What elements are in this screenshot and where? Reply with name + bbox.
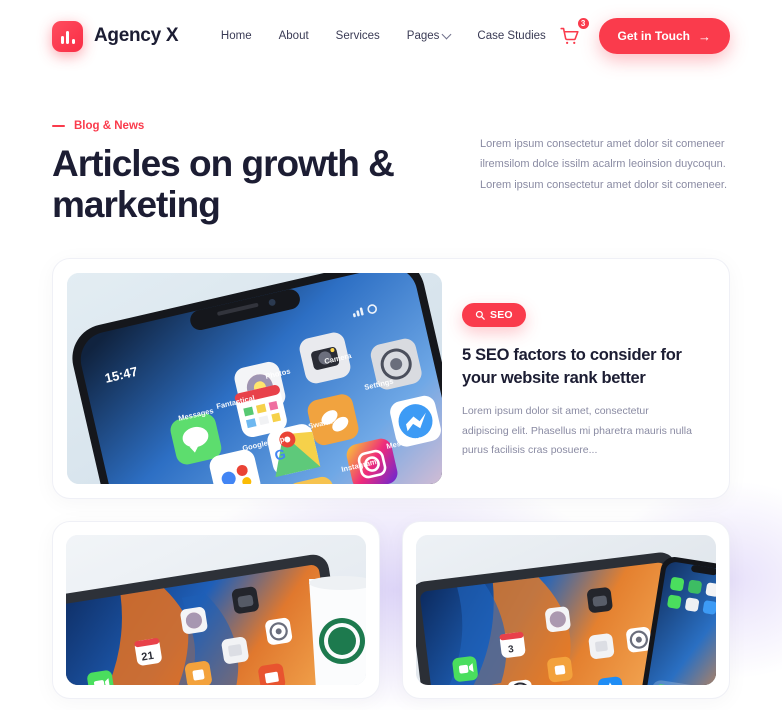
cart-button[interactable]: 3: [555, 17, 590, 51]
arrow-right-icon: →: [698, 28, 711, 44]
shopping-cart-icon: [560, 27, 579, 44]
featured-post-image: 15:47 G Photos Camera Settings Messages …: [67, 272, 442, 484]
blog-cards-area: 15:47 G Photos Camera Settings Messages …: [0, 226, 782, 699]
bar-chart-icon: [52, 20, 83, 52]
brand-name: Agency X: [94, 25, 179, 46]
chevron-down-icon: [441, 29, 452, 39]
post-tag-label: SEO: [490, 308, 513, 321]
nav-item-label: Home: [220, 30, 252, 42]
intro-right: Lorem ipsum consectetur amet dolor sit c…: [480, 120, 730, 195]
nav-item-case-studies[interactable]: Case Studies: [477, 30, 545, 42]
post-card-1-image: 21: [66, 534, 366, 685]
nav-item-services[interactable]: Services: [336, 30, 380, 42]
nav-item-pages[interactable]: Pages: [406, 29, 452, 42]
featured-post-body: SEO 5 SEO factors to consider for your w…: [462, 273, 715, 484]
nav-item-label: Services: [335, 30, 380, 42]
search-icon: [475, 310, 485, 320]
cart-count-badge: 3: [576, 17, 590, 30]
nav-item-label: About: [278, 30, 309, 42]
post-card-2[interactable]: 3: [402, 520, 730, 699]
nav-item-label: Pages: [406, 30, 440, 42]
nav-item-home[interactable]: Home: [221, 30, 252, 42]
svg-text:21: 21: [141, 650, 155, 664]
featured-post-excerpt: Lorem ipsum dolor sit amet, consectetur …: [462, 405, 692, 457]
ipad-iphone-photo: 3: [416, 534, 716, 685]
page-title: Articles on growth & marketing: [52, 143, 395, 226]
post-grid: 21 3: [52, 520, 730, 699]
intro-paragraph: Lorem ipsum consectetur amet dolor sit c…: [480, 138, 728, 191]
nav-item-label: Case Studies: [477, 30, 546, 42]
post-card-1[interactable]: 21: [52, 520, 380, 699]
section-eyebrow: Blog & News: [52, 120, 440, 132]
post-card-2-image: 3: [416, 534, 716, 685]
header-actions: 3 Get in Touch →: [555, 17, 730, 54]
main-navigation: Home About Services Pages Case Studies: [212, 29, 554, 42]
get-in-touch-button[interactable]: Get in Touch →: [598, 18, 730, 54]
ipad-coffee-photo: 21: [66, 534, 366, 685]
post-tag-seo[interactable]: SEO: [462, 302, 526, 327]
nav-item-about[interactable]: About: [279, 30, 309, 42]
dash-icon: [52, 125, 65, 127]
intro-left: Blog & News Articles on growth & marketi…: [52, 120, 440, 226]
cta-label: Get in Touch: [617, 29, 690, 43]
eyebrow-label: Blog & News: [74, 120, 145, 132]
site-header: Agency X Home About Services Pages Case …: [0, 0, 782, 72]
featured-post-card[interactable]: 15:47 G Photos Camera Settings Messages …: [52, 257, 730, 499]
page-intro: Blog & News Articles on growth & marketi…: [0, 72, 782, 226]
featured-post-title[interactable]: 5 SEO factors to consider for your websi…: [462, 344, 693, 390]
brand-logo[interactable]: Agency X: [52, 20, 179, 52]
iphone-home-screen-photo: 15:47 G Photos Camera Settings Messages …: [67, 272, 442, 484]
